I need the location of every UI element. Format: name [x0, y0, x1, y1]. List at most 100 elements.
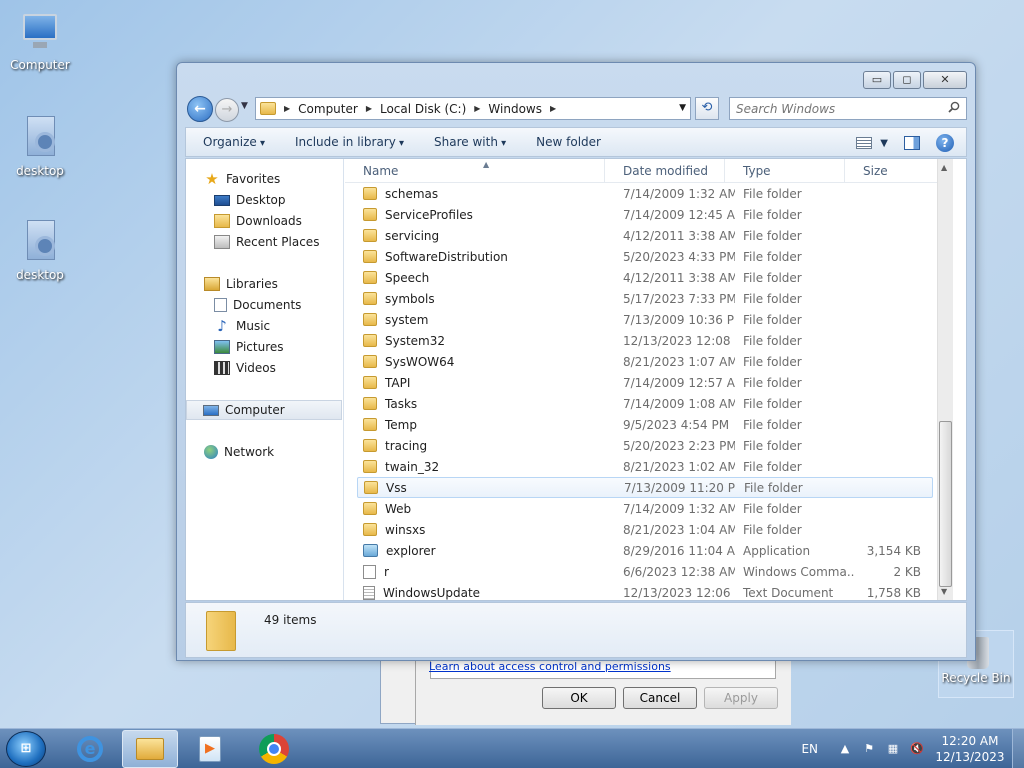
file-row[interactable]: Vss 7/13/2009 11:20 PM File folder	[357, 477, 933, 498]
nav-favorites[interactable]: ★ Favorites	[204, 169, 280, 189]
nav-videos[interactable]: Videos	[214, 358, 276, 378]
include-in-library-button[interactable]: Include in library	[295, 135, 404, 149]
chevron-right-icon[interactable]: ▶	[474, 104, 480, 113]
address-dropdown[interactable]: ▼	[679, 103, 686, 113]
forward-button[interactable]: →	[215, 98, 239, 122]
scrollbar-thumb[interactable]	[939, 421, 952, 587]
file-row[interactable]: Web 7/14/2009 1:32 AM File folder	[357, 498, 933, 519]
column-header-size[interactable]: Size	[845, 159, 937, 183]
nav-downloads[interactable]: Downloads	[214, 211, 302, 231]
scroll-down-icon[interactable]: ▼	[941, 587, 947, 596]
vertical-scrollbar[interactable]: ▲ ▼	[937, 159, 953, 600]
chevron-right-icon[interactable]: ▶	[550, 104, 556, 113]
file-date: 7/13/2009 10:36 PM	[623, 312, 735, 327]
nav-network[interactable]: Network	[204, 442, 274, 462]
file-row[interactable]: SoftwareDistribution 5/20/2023 4:33 PM Fil…	[357, 246, 933, 267]
internet-explorer-icon: e	[77, 736, 103, 762]
access-control-link[interactable]: Learn about access control and permissio…	[429, 660, 671, 673]
recent-pages-dropdown[interactable]: ▼	[241, 101, 248, 111]
file-row[interactable]: twain_32 8/21/2023 1:02 AM File folder	[357, 456, 933, 477]
desktop-icon-desktop-2[interactable]: desktop	[2, 218, 78, 282]
breadcrumb-windows[interactable]: Windows	[488, 102, 542, 116]
breadcrumb-local-disk[interactable]: Local Disk (C:)	[380, 102, 466, 116]
nav-documents[interactable]: Documents	[214, 295, 301, 315]
file-name: ServiceProfiles	[385, 207, 473, 222]
file-row[interactable]: winsxs 8/21/2023 1:04 AM File folder	[357, 519, 933, 540]
nav-pictures[interactable]: Pictures	[214, 337, 284, 357]
file-row[interactable]: explorer 8/29/2016 11:04 AM Application 3,1…	[357, 540, 933, 561]
pictures-icon	[214, 340, 230, 354]
file-row[interactable]: servicing 4/12/2011 3:38 AM File folder	[357, 225, 933, 246]
volume-muted-icon[interactable]: 🔇	[910, 742, 924, 756]
language-indicator[interactable]: EN	[801, 742, 818, 756]
share-with-button[interactable]: Share with	[434, 135, 506, 149]
file-type: File folder	[743, 333, 802, 348]
clock[interactable]: 12:20 AM 12/13/2023	[934, 733, 1006, 765]
desktop-icon-desktop-1[interactable]: desktop	[2, 114, 78, 178]
desktop-icon-computer[interactable]: Computer	[2, 8, 78, 72]
file-row[interactable]: SysWOW64 8/21/2023 1:07 AM File folder	[357, 351, 933, 372]
action-center-icon[interactable]: ⚑	[862, 742, 876, 756]
explorer-window: ▭ ◻ ✕ ← → ▼ ▶ Computer ▶ Local Disk (C:)…	[176, 62, 976, 661]
file-row[interactable]: tracing 5/20/2023 2:23 PM File folder	[357, 435, 933, 456]
cancel-button[interactable]: Cancel	[623, 687, 697, 709]
search-box[interactable]	[729, 97, 967, 120]
change-view-button[interactable]: ▼	[856, 137, 888, 149]
taskbar-media-player[interactable]: ▶	[182, 730, 238, 768]
taskbar-windows-explorer[interactable]	[122, 730, 178, 768]
chevron-right-icon[interactable]: ▶	[366, 104, 372, 113]
column-label: Name	[363, 164, 399, 178]
column-header-type[interactable]: Type	[725, 159, 845, 183]
minimize-button[interactable]: ▭	[863, 71, 891, 89]
column-header-date[interactable]: Date modified	[605, 159, 725, 183]
preview-pane-button[interactable]	[904, 136, 920, 150]
help-icon[interactable]: ?	[936, 134, 954, 152]
start-button[interactable]: ⊞	[6, 731, 46, 767]
show-desktop-button[interactable]	[1012, 729, 1024, 768]
close-button[interactable]: ✕	[923, 71, 967, 89]
file-type: File folder	[743, 438, 802, 453]
chevron-down-icon: ▼	[880, 137, 888, 149]
taskbar-chrome[interactable]	[246, 730, 302, 768]
file-name: Temp	[385, 417, 417, 432]
search-icon[interactable]	[948, 101, 960, 113]
file-row[interactable]: TAPI 7/14/2009 12:57 AM File folder	[357, 372, 933, 393]
new-folder-button[interactable]: New folder	[536, 135, 601, 149]
file-name-cell: explorer	[357, 544, 615, 558]
file-explorer-icon	[136, 738, 164, 760]
search-input[interactable]	[730, 98, 940, 119]
nav-music[interactable]: ♪ Music	[214, 316, 270, 336]
apply-button[interactable]: Apply	[704, 687, 778, 709]
scroll-up-icon[interactable]: ▲	[941, 163, 947, 172]
show-hidden-icons-icon[interactable]: ▲	[838, 742, 852, 756]
nav-recent-places[interactable]: Recent Places	[214, 232, 319, 252]
ok-button[interactable]: OK	[542, 687, 616, 709]
network-status-icon[interactable]: ▦	[886, 742, 900, 756]
file-row[interactable]: system 7/13/2009 10:36 PM File folder	[357, 309, 933, 330]
refresh-button[interactable]: ⟲	[695, 97, 719, 120]
column-header-name[interactable]: Name ▲	[345, 159, 605, 183]
nav-computer[interactable]: Computer	[186, 400, 342, 420]
file-row[interactable]: symbols 5/17/2023 7:33 PM File folder	[357, 288, 933, 309]
file-row[interactable]: Temp 9/5/2023 4:54 PM File folder	[357, 414, 933, 435]
file-row[interactable]: r 6/6/2023 12:38 AM Windows Comma... 2 KB	[357, 561, 933, 582]
content-area: ★ Favorites Desktop Downloads Recent Plac…	[185, 158, 967, 601]
file-row[interactable]: schemas 7/14/2009 1:32 AM File folder	[357, 183, 933, 204]
file-name: SoftwareDistribution	[385, 249, 508, 264]
file-row[interactable]: Tasks 7/14/2009 1:08 AM File folder	[357, 393, 933, 414]
file-row[interactable]: WindowsUpdate 12/13/2023 12:06 ... Text Do…	[357, 582, 933, 600]
nav-desktop[interactable]: Desktop	[214, 190, 286, 210]
file-row[interactable]: ServiceProfiles 7/14/2009 12:45 AM File fo…	[357, 204, 933, 225]
file-row[interactable]: Speech 4/12/2011 3:38 AM File folder	[357, 267, 933, 288]
address-bar[interactable]: ▶ Computer ▶ Local Disk (C:) ▶ Windows ▶…	[255, 97, 691, 120]
nav-libraries[interactable]: Libraries	[204, 274, 278, 294]
file-row[interactable]: System32 12/13/2023 12:08 ... File folder	[357, 330, 933, 351]
organize-button[interactable]: Organize	[203, 135, 265, 149]
file-size: 3,154 KB	[866, 543, 921, 558]
chevron-right-icon[interactable]: ▶	[284, 104, 290, 113]
taskbar-internet-explorer[interactable]: e	[62, 730, 118, 768]
application-icon	[363, 544, 378, 557]
maximize-button[interactable]: ◻	[893, 71, 921, 89]
back-button[interactable]: ←	[187, 96, 213, 122]
breadcrumb-computer[interactable]: Computer	[298, 102, 358, 116]
